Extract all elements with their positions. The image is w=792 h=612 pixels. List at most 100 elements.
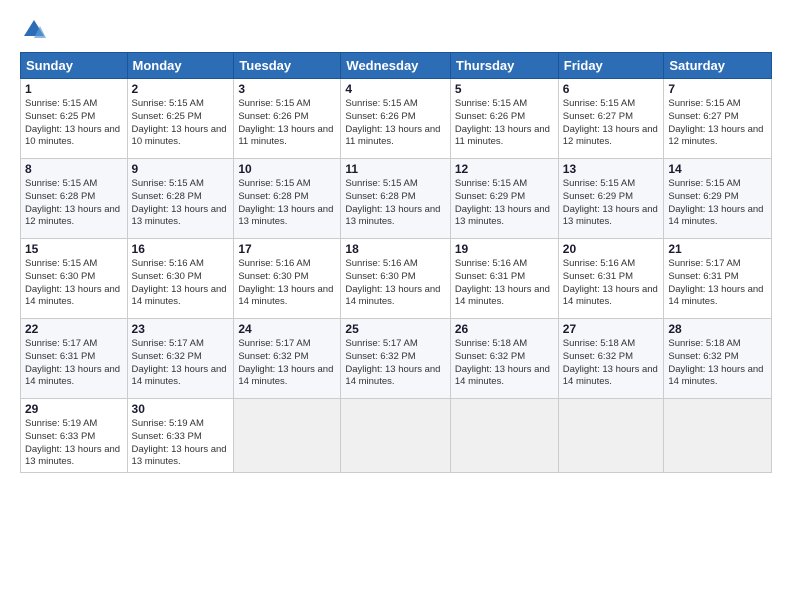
calendar-week-row: 15 Sunrise: 5:15 AM Sunset: 6:30 PM Dayl… (21, 239, 772, 319)
calendar-day-cell: 24 Sunrise: 5:17 AM Sunset: 6:32 PM Dayl… (234, 319, 341, 399)
calendar-day-cell: 28 Sunrise: 5:18 AM Sunset: 6:32 PM Dayl… (664, 319, 772, 399)
day-number: 1 (25, 82, 123, 96)
day-info: Sunrise: 5:19 AM Sunset: 6:33 PM Dayligh… (132, 418, 230, 469)
day-info: Sunrise: 5:18 AM Sunset: 6:32 PM Dayligh… (563, 338, 660, 389)
day-number: 16 (132, 242, 230, 256)
calendar-day-cell: 3 Sunrise: 5:15 AM Sunset: 6:26 PM Dayli… (234, 79, 341, 159)
day-number: 11 (345, 162, 445, 176)
day-number: 25 (345, 322, 445, 336)
calendar-day-cell: 15 Sunrise: 5:15 AM Sunset: 6:30 PM Dayl… (21, 239, 128, 319)
calendar-day-cell: 18 Sunrise: 5:16 AM Sunset: 6:30 PM Dayl… (341, 239, 450, 319)
page: SundayMondayTuesdayWednesdayThursdayFrid… (0, 0, 792, 612)
calendar-day-cell: 13 Sunrise: 5:15 AM Sunset: 6:29 PM Dayl… (558, 159, 664, 239)
day-info: Sunrise: 5:16 AM Sunset: 6:31 PM Dayligh… (455, 258, 554, 309)
calendar-day-cell: 4 Sunrise: 5:15 AM Sunset: 6:26 PM Dayli… (341, 79, 450, 159)
calendar-day-cell (558, 399, 664, 473)
calendar-day-cell: 26 Sunrise: 5:18 AM Sunset: 6:32 PM Dayl… (450, 319, 558, 399)
day-number: 15 (25, 242, 123, 256)
weekday-header: Sunday (21, 53, 128, 79)
day-info: Sunrise: 5:15 AM Sunset: 6:28 PM Dayligh… (132, 178, 230, 229)
day-number: 18 (345, 242, 445, 256)
day-number: 22 (25, 322, 123, 336)
calendar-day-cell: 19 Sunrise: 5:16 AM Sunset: 6:31 PM Dayl… (450, 239, 558, 319)
calendar-day-cell: 22 Sunrise: 5:17 AM Sunset: 6:31 PM Dayl… (21, 319, 128, 399)
day-number: 2 (132, 82, 230, 96)
calendar-day-cell (664, 399, 772, 473)
calendar-day-cell: 11 Sunrise: 5:15 AM Sunset: 6:28 PM Dayl… (341, 159, 450, 239)
weekday-header: Friday (558, 53, 664, 79)
calendar-week-row: 1 Sunrise: 5:15 AM Sunset: 6:25 PM Dayli… (21, 79, 772, 159)
day-info: Sunrise: 5:15 AM Sunset: 6:25 PM Dayligh… (132, 98, 230, 149)
calendar-day-cell: 9 Sunrise: 5:15 AM Sunset: 6:28 PM Dayli… (127, 159, 234, 239)
day-info: Sunrise: 5:16 AM Sunset: 6:30 PM Dayligh… (132, 258, 230, 309)
day-number: 12 (455, 162, 554, 176)
logo (20, 16, 52, 44)
day-number: 24 (238, 322, 336, 336)
day-info: Sunrise: 5:15 AM Sunset: 6:28 PM Dayligh… (25, 178, 123, 229)
calendar-day-cell: 12 Sunrise: 5:15 AM Sunset: 6:29 PM Dayl… (450, 159, 558, 239)
day-info: Sunrise: 5:16 AM Sunset: 6:30 PM Dayligh… (345, 258, 445, 309)
calendar-table: SundayMondayTuesdayWednesdayThursdayFrid… (20, 52, 772, 473)
day-info: Sunrise: 5:15 AM Sunset: 6:28 PM Dayligh… (345, 178, 445, 229)
calendar-day-cell: 2 Sunrise: 5:15 AM Sunset: 6:25 PM Dayli… (127, 79, 234, 159)
day-number: 13 (563, 162, 660, 176)
day-info: Sunrise: 5:17 AM Sunset: 6:31 PM Dayligh… (25, 338, 123, 389)
calendar-week-row: 8 Sunrise: 5:15 AM Sunset: 6:28 PM Dayli… (21, 159, 772, 239)
calendar-week-row: 29 Sunrise: 5:19 AM Sunset: 6:33 PM Dayl… (21, 399, 772, 473)
weekday-header: Wednesday (341, 53, 450, 79)
weekday-header: Tuesday (234, 53, 341, 79)
calendar-day-cell: 5 Sunrise: 5:15 AM Sunset: 6:26 PM Dayli… (450, 79, 558, 159)
day-number: 9 (132, 162, 230, 176)
day-info: Sunrise: 5:15 AM Sunset: 6:26 PM Dayligh… (455, 98, 554, 149)
day-number: 29 (25, 402, 123, 416)
day-info: Sunrise: 5:15 AM Sunset: 6:30 PM Dayligh… (25, 258, 123, 309)
day-number: 4 (345, 82, 445, 96)
day-number: 8 (25, 162, 123, 176)
day-number: 23 (132, 322, 230, 336)
day-info: Sunrise: 5:15 AM Sunset: 6:28 PM Dayligh… (238, 178, 336, 229)
calendar-day-cell: 7 Sunrise: 5:15 AM Sunset: 6:27 PM Dayli… (664, 79, 772, 159)
day-info: Sunrise: 5:19 AM Sunset: 6:33 PM Dayligh… (25, 418, 123, 469)
day-info: Sunrise: 5:15 AM Sunset: 6:26 PM Dayligh… (345, 98, 445, 149)
day-info: Sunrise: 5:15 AM Sunset: 6:25 PM Dayligh… (25, 98, 123, 149)
day-info: Sunrise: 5:17 AM Sunset: 6:32 PM Dayligh… (132, 338, 230, 389)
day-number: 27 (563, 322, 660, 336)
calendar-day-cell (341, 399, 450, 473)
day-info: Sunrise: 5:15 AM Sunset: 6:27 PM Dayligh… (563, 98, 660, 149)
day-number: 14 (668, 162, 767, 176)
day-info: Sunrise: 5:15 AM Sunset: 6:29 PM Dayligh… (563, 178, 660, 229)
logo-icon (20, 16, 48, 44)
calendar-day-cell: 17 Sunrise: 5:16 AM Sunset: 6:30 PM Dayl… (234, 239, 341, 319)
calendar-day-cell: 23 Sunrise: 5:17 AM Sunset: 6:32 PM Dayl… (127, 319, 234, 399)
day-info: Sunrise: 5:17 AM Sunset: 6:31 PM Dayligh… (668, 258, 767, 309)
weekday-header: Saturday (664, 53, 772, 79)
header (20, 16, 772, 44)
calendar-day-cell: 1 Sunrise: 5:15 AM Sunset: 6:25 PM Dayli… (21, 79, 128, 159)
calendar-day-cell: 29 Sunrise: 5:19 AM Sunset: 6:33 PM Dayl… (21, 399, 128, 473)
day-info: Sunrise: 5:15 AM Sunset: 6:26 PM Dayligh… (238, 98, 336, 149)
calendar-header-row: SundayMondayTuesdayWednesdayThursdayFrid… (21, 53, 772, 79)
day-info: Sunrise: 5:17 AM Sunset: 6:32 PM Dayligh… (238, 338, 336, 389)
calendar-day-cell: 21 Sunrise: 5:17 AM Sunset: 6:31 PM Dayl… (664, 239, 772, 319)
day-number: 6 (563, 82, 660, 96)
calendar-day-cell: 10 Sunrise: 5:15 AM Sunset: 6:28 PM Dayl… (234, 159, 341, 239)
day-info: Sunrise: 5:15 AM Sunset: 6:29 PM Dayligh… (668, 178, 767, 229)
calendar-day-cell (234, 399, 341, 473)
day-info: Sunrise: 5:16 AM Sunset: 6:31 PM Dayligh… (563, 258, 660, 309)
calendar-day-cell: 6 Sunrise: 5:15 AM Sunset: 6:27 PM Dayli… (558, 79, 664, 159)
weekday-header: Thursday (450, 53, 558, 79)
day-info: Sunrise: 5:18 AM Sunset: 6:32 PM Dayligh… (455, 338, 554, 389)
day-number: 10 (238, 162, 336, 176)
calendar-day-cell: 27 Sunrise: 5:18 AM Sunset: 6:32 PM Dayl… (558, 319, 664, 399)
day-info: Sunrise: 5:16 AM Sunset: 6:30 PM Dayligh… (238, 258, 336, 309)
weekday-header: Monday (127, 53, 234, 79)
calendar-week-row: 22 Sunrise: 5:17 AM Sunset: 6:31 PM Dayl… (21, 319, 772, 399)
day-number: 20 (563, 242, 660, 256)
day-info: Sunrise: 5:17 AM Sunset: 6:32 PM Dayligh… (345, 338, 445, 389)
calendar-day-cell: 30 Sunrise: 5:19 AM Sunset: 6:33 PM Dayl… (127, 399, 234, 473)
calendar-day-cell: 25 Sunrise: 5:17 AM Sunset: 6:32 PM Dayl… (341, 319, 450, 399)
calendar-day-cell: 8 Sunrise: 5:15 AM Sunset: 6:28 PM Dayli… (21, 159, 128, 239)
day-number: 19 (455, 242, 554, 256)
day-number: 3 (238, 82, 336, 96)
day-number: 28 (668, 322, 767, 336)
